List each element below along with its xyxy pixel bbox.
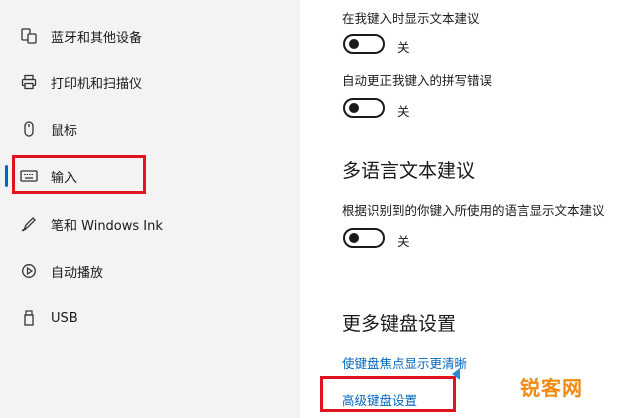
pointer-icon: [452, 368, 460, 380]
printer-icon: [20, 73, 38, 91]
pen-icon: [20, 215, 38, 233]
sidebar-item-mouse[interactable]: 鼠标: [0, 107, 300, 151]
sidebar-item-usb[interactable]: USB: [0, 296, 300, 340]
sidebar-item-bluetooth[interactable]: 蓝牙和其他设备: [0, 14, 300, 58]
sidebar-item-label: USB: [51, 310, 78, 326]
bluetooth-devices-icon: [20, 27, 38, 45]
toggle-multilingual[interactable]: [343, 228, 385, 248]
setting-label-multilingual: 根据识别到的你键入所使用的语言显示文本建议: [342, 203, 605, 218]
sidebar-item-label: 打印机和扫描仪: [51, 76, 143, 92]
watermark-logo: 锐客网: [520, 376, 583, 400]
setting-label-text-suggestions: 在我键入时显示文本建议: [342, 11, 480, 26]
toggle-state-text: 关: [397, 40, 410, 55]
settings-sidebar: 蓝牙和其他设备 打印机和扫描仪 鼠标 输入 笔和 Windows Ink 自动播…: [0, 0, 300, 418]
usb-icon: [20, 309, 38, 327]
setting-label-autocorrect: 自动更正我键入的拼写错误: [342, 73, 493, 88]
highlight-box-typing: [12, 155, 146, 194]
sidebar-item-label: 自动播放: [51, 265, 104, 281]
sidebar-item-label: 蓝牙和其他设备: [51, 30, 143, 46]
sidebar-item-pen[interactable]: 笔和 Windows Ink: [0, 202, 300, 246]
sidebar-item-label: 鼠标: [51, 123, 78, 139]
toggle-autocorrect[interactable]: [343, 98, 385, 118]
sidebar-item-label: 笔和 Windows Ink: [51, 218, 163, 234]
toggle-knob: [349, 103, 359, 113]
toggle-knob: [349, 39, 359, 49]
typing-settings-pane: 在我键入时显示文本建议 关 自动更正我键入的拼写错误 关 多语言文本建议 根据识…: [300, 0, 644, 418]
sidebar-item-printers[interactable]: 打印机和扫描仪: [0, 60, 300, 104]
toggle-text-suggestions[interactable]: [343, 34, 385, 54]
section-heading-more-keyboard: 更多键盘设置: [342, 313, 457, 335]
section-heading-multilingual: 多语言文本建议: [342, 160, 476, 182]
toggle-state-text: 关: [397, 234, 410, 249]
toggle-state-text: 关: [397, 104, 410, 119]
toggle-knob: [349, 233, 359, 243]
highlight-box-advanced: [320, 376, 456, 412]
sidebar-item-autoplay[interactable]: 自动播放: [0, 249, 300, 293]
autoplay-icon: [20, 262, 38, 280]
mouse-icon: [20, 120, 38, 138]
